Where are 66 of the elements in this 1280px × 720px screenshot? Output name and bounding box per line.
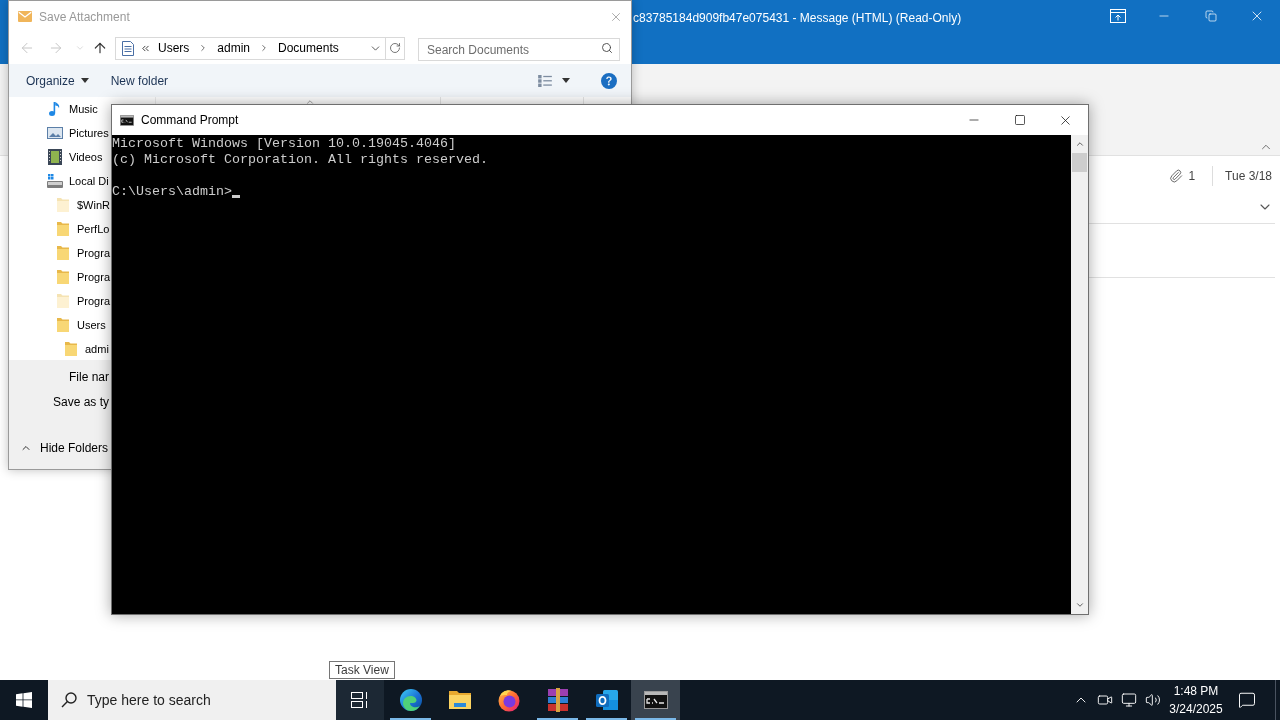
tree-item[interactable]: PerfLo	[55, 219, 110, 239]
scroll-up-icon	[1074, 139, 1085, 149]
console-text: Microsoft Windows [Version 10.0.19045.4046]	[112, 136, 456, 152]
tree-item[interactable]: Users	[55, 315, 106, 335]
windows-logo-icon	[16, 692, 32, 708]
console-text: (c) Microsoft Corporation. All rights reserved.	[112, 152, 488, 168]
task-view-icon	[351, 692, 369, 708]
view-options-icon	[538, 74, 552, 87]
caret-icon	[562, 78, 570, 83]
toolbar-button[interactable]: New folder	[110, 68, 169, 93]
search-field[interactable]: Search Documents	[418, 38, 620, 61]
search-icon	[601, 41, 613, 54]
tooltip: Task View	[329, 661, 395, 679]
notification-icon	[1238, 691, 1256, 709]
books-icon	[545, 688, 570, 712]
document-icon	[122, 40, 134, 56]
attachment-count: 1	[1188, 168, 1196, 185]
help-button[interactable]	[601, 72, 617, 89]
search-icon	[61, 692, 77, 708]
taskbar-button[interactable]	[631, 680, 680, 720]
maximize-icon	[1014, 114, 1026, 126]
scroll-down-icon	[1074, 600, 1085, 610]
caret-icon	[80, 78, 89, 83]
breadcrumb-item[interactable]: admin	[217, 39, 251, 57]
folder-icon	[447, 690, 472, 710]
tree-item[interactable]: admi	[63, 339, 109, 359]
window-title: Command Prompt	[141, 112, 239, 129]
field-label: File nar	[69, 368, 109, 386]
paperclip-icon	[1169, 169, 1184, 183]
volume-icon	[1145, 692, 1161, 708]
refresh-icon	[389, 42, 401, 54]
tree-item[interactable]: Local Di	[47, 171, 109, 191]
chevron-down-icon	[75, 43, 85, 53]
console-prompt: C:\Users\admin>	[112, 184, 232, 200]
field-label: Save as ty	[52, 393, 109, 411]
message-date: Tue 3/18	[1225, 168, 1272, 185]
ribbon-display-icon	[1110, 9, 1126, 23]
camera-icon	[1097, 692, 1113, 708]
taskbar-search-field[interactable]: Type here to search	[48, 680, 336, 720]
clock[interactable]: 1:48 PM 3/24/2025	[1165, 680, 1227, 720]
help-icon	[601, 72, 617, 89]
envelope-icon	[18, 11, 32, 22]
window-title: c83785184d909fb47e075431 - Message (HTML) (Read-Only)	[633, 10, 962, 26]
task-view-button[interactable]	[336, 680, 384, 720]
fox-globe-icon	[496, 688, 521, 712]
mail-app-icon	[594, 688, 619, 712]
tree-item[interactable]: Progra	[55, 291, 111, 311]
restore-icon	[1204, 10, 1217, 22]
terminal-icon	[643, 691, 668, 709]
terminal-icon	[120, 114, 134, 126]
tree-item[interactable]: $WinR	[55, 195, 110, 215]
tree-item[interactable]: Progra	[55, 267, 111, 287]
breadcrumb-item[interactable]: Documents	[278, 39, 339, 57]
tree-item[interactable]: Music	[47, 99, 98, 119]
cursor-icon	[232, 195, 240, 198]
tree-item[interactable]: Videos	[47, 147, 103, 167]
tree-item[interactable]: Pictures	[47, 123, 109, 143]
monitor-icon	[1121, 692, 1137, 708]
browser-icon	[398, 688, 423, 712]
tree-item[interactable]: Progra	[55, 243, 111, 263]
dialog-title: Save Attachment	[39, 8, 130, 26]
menu-button[interactable]: Organize	[26, 68, 89, 93]
forward-arrow-icon	[48, 40, 64, 56]
breadcrumb-item[interactable]: Users	[158, 39, 190, 57]
hide-folders-button[interactable]: Hide Folders	[20, 437, 109, 459]
scroll-thumb	[1072, 153, 1087, 172]
